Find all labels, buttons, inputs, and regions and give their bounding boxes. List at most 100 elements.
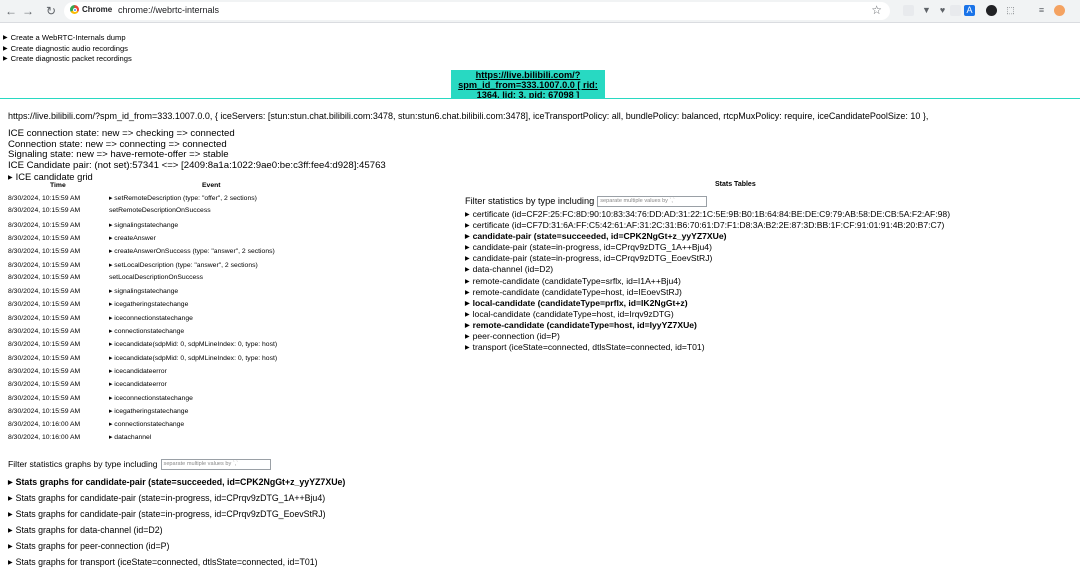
back-icon[interactable]: ← [3, 3, 19, 19]
event-row[interactable]: 8/30/2024, 10:15:59 AM ▸ iceconnectionsta… [8, 394, 193, 402]
forward-icon[interactable]: → [20, 3, 36, 19]
chrome-chip[interactable]: Chrome [70, 5, 112, 15]
event-name: ▸ createAnswer [109, 234, 156, 242]
stats-table-toggle[interactable]: ▶ remote-candidate (candidateType=srflx, … [465, 276, 950, 287]
stats-list: ▶ certificate (id=CF2F:25:FC:8D:90:10:83:… [465, 209, 950, 353]
bookmark-star-icon[interactable]: ☆ [871, 3, 882, 17]
event-time: 8/30/2024, 10:16:00 AM [8, 434, 81, 442]
event-row[interactable]: 8/30/2024, 10:15:59 AM ▸ icegatheringstat… [8, 407, 188, 415]
stats-table-toggle[interactable]: ▶ candidate-pair (state=in-progress, id=C… [465, 242, 950, 253]
graphs-filter-input[interactable]: separate multiple values by `,` [160, 459, 271, 471]
stats-graph-toggle[interactable]: ▶ Stats graphs for candidate-pair (state=… [8, 475, 345, 491]
event-row[interactable]: 8/30/2024, 10:15:59 AM ▸ createAnswer [8, 234, 156, 242]
graphs-filter: Filter statistics graphs by type includi… [8, 459, 271, 471]
event-row[interactable]: 8/30/2024, 10:15:59 AM ▸ icecandidate(sdp… [8, 340, 277, 348]
avatar[interactable] [1054, 5, 1065, 16]
event-time: 8/30/2024, 10:15:59 AM [8, 407, 81, 415]
ice-grid-label: ICE candidate grid [15, 171, 93, 182]
event-row[interactable]: 8/30/2024, 10:15:59 AM ▸ iceconnectionsta… [8, 314, 193, 322]
graphs-filter-label: Filter statistics graphs by type includi… [8, 459, 158, 469]
translate-icon[interactable]: A [964, 5, 975, 16]
reading-list-icon[interactable]: ≡ [1036, 5, 1047, 16]
stats-table-toggle[interactable]: ▶ remote-candidate (candidateType=host, i… [465, 287, 950, 298]
signaling-state: Signaling state: new => have-remote-offe… [8, 149, 229, 160]
event-name: ▸ datachannel [109, 434, 152, 442]
event-row[interactable]: 8/30/2024, 10:16:00 AM ▸ connectionstatec… [8, 420, 184, 428]
ice-candidate-pair: ICE Candidate pair: (not set):57341 <=> … [8, 159, 386, 171]
stats-table-toggle[interactable]: ▶ candidate-pair (state=succeeded, id=CPK… [465, 231, 950, 242]
stats-table-toggle[interactable]: ▶ local-candidate (candidateType=host, id… [465, 309, 950, 320]
stats-table-label: local-candidate (candidateType=prflx, id… [472, 297, 688, 308]
stats-filter: Filter statistics by type including separ… [465, 196, 708, 208]
event-row[interactable]: 8/30/2024, 10:15:59 AM ▸ icecandidateerro… [8, 367, 167, 375]
stats-filter-input[interactable]: separate multiple values by `,` [597, 196, 708, 208]
event-name: ▸ setLocalDescription (type: "answer", 2… [109, 261, 258, 269]
event-row[interactable]: 8/30/2024, 10:15:59 AM ▸ icecandidate(sdp… [8, 354, 277, 362]
event-row[interactable]: 8/30/2024, 10:15:59 AM ▸ icecandidateerro… [8, 380, 167, 388]
create-audio-recordings-link[interactable]: ▶ Create diagnostic audio recordings [3, 44, 132, 55]
event-name: ▸ iceconnectionstatechange [109, 394, 193, 402]
event-row[interactable]: 8/30/2024, 10:15:59 AM setRemoteDescripti… [8, 207, 211, 214]
stats-table-label: transport (iceState=connected, dtlsState… [472, 342, 705, 353]
event-header: Event [202, 182, 221, 189]
reload-icon[interactable]: ↻ [43, 3, 59, 19]
stats-graph-toggle[interactable]: ▶ Stats graphs for transport (iceState=co… [8, 555, 345, 570]
peer-connection-tab[interactable]: https://live.bilibili.com/?spm_id_from=3… [451, 70, 605, 98]
create-dump-link[interactable]: ▶ Create a WebRTC-Internals dump [3, 33, 132, 44]
stats-table-toggle[interactable]: ▶ local-candidate (candidateType=prflx, i… [465, 298, 950, 309]
stats-graph-toggle[interactable]: ▶ Stats graphs for data-channel (id=D2) [8, 523, 345, 539]
extension-square-icon[interactable] [950, 5, 961, 16]
chrome-logo-icon [70, 5, 79, 15]
profile-badge-icon[interactable] [986, 5, 997, 16]
address-bar[interactable]: Chrome chrome://webrtc-internals ☆ [64, 2, 890, 20]
event-row[interactable]: 8/30/2024, 10:15:59 AM setLocalDescriptio… [8, 274, 203, 281]
stats-graph-label: Stats graphs for candidate-pair (state=i… [15, 492, 326, 503]
stats-table-toggle[interactable]: ▶ remote-candidate (candidateType=host, i… [465, 320, 950, 331]
create-packet-label: Create diagnostic packet recordings [10, 54, 132, 63]
ice-candidate-grid-toggle[interactable]: ▶ ICE candidate grid [8, 171, 93, 182]
event-row[interactable]: 8/30/2024, 10:15:59 AM ▸ signalingstatech… [8, 287, 178, 295]
stats-graph-label: Stats graphs for transport (iceState=con… [15, 556, 318, 567]
event-name: ▸ icegatheringstatechange [109, 301, 189, 309]
event-row[interactable]: 8/30/2024, 10:15:59 AM ▸ createAnswerOnSu… [8, 247, 275, 255]
stats-table-label: remote-candidate (candidateType=host, id… [472, 319, 697, 330]
stats-table-toggle[interactable]: ▶ transport (iceState=connected, dtlsStat… [465, 342, 950, 353]
stats-table-toggle[interactable]: ▶ peer-connection (id=P) [465, 331, 950, 342]
vpn-shield-icon[interactable]: ▼ [921, 5, 932, 16]
event-row[interactable]: 8/30/2024, 10:16:00 AM ▸ datachannel [8, 433, 151, 441]
event-name: ▸ connectionstatechange [109, 328, 185, 335]
config-line: https://live.bilibili.com/?spm_id_from=3… [8, 111, 929, 121]
event-row[interactable]: 8/30/2024, 10:15:59 AM ▸ signalingstatech… [8, 221, 178, 229]
browser-toolbar: ← → ↻ Chrome chrome://webrtc-internals ☆… [0, 0, 1080, 23]
event-name: ▸ signalingstatechange [109, 288, 179, 296]
event-time: 8/30/2024, 10:15:59 AM [8, 394, 81, 402]
url-text[interactable]: chrome://webrtc-internals [118, 5, 219, 15]
ice-connection-state: ICE connection state: new => checking =>… [8, 128, 235, 139]
connection-states: ICE connection state: new => checking =>… [8, 128, 386, 171]
event-time: 8/30/2024, 10:15:59 AM [8, 354, 81, 362]
expand-triangle-icon: ▶ [465, 223, 470, 230]
stats-graph-toggle[interactable]: ▶ Stats graphs for peer-connection (id=P) [8, 539, 345, 555]
stats-table-toggle[interactable]: ▶ certificate (id=CF2F:25:FC:8D:90:10:83:… [465, 209, 950, 220]
stats-table-toggle[interactable]: ▶ data-channel (id=D2) [465, 264, 950, 275]
expand-triangle-icon: ▶ [465, 212, 470, 218]
time-header: Time [50, 182, 66, 189]
stats-table-label: candidate-pair (state=succeeded, id=CPK2… [472, 231, 727, 242]
stats-graph-label: Stats graphs for peer-connection (id=P) [15, 540, 170, 551]
stats-table-toggle[interactable]: ▶ certificate (id=CF7D:31:6A:FF:C5:42:61:… [465, 220, 950, 231]
event-row[interactable]: 8/30/2024, 10:15:59 AM ▸ icegatheringstat… [8, 300, 188, 308]
stats-graph-toggle[interactable]: ▶ Stats graphs for candidate-pair (state=… [8, 507, 345, 523]
graphs-list: ▶ Stats graphs for candidate-pair (state=… [8, 475, 345, 570]
create-packet-recordings-link[interactable]: ▶ Create diagnostic packet recordings [3, 54, 132, 65]
event-row[interactable]: 8/30/2024, 10:15:59 AM ▸ setLocalDescript… [8, 261, 258, 269]
stats-graph-toggle[interactable]: ▶ Stats graphs for candidate-pair (state=… [8, 491, 345, 507]
expand-triangle-icon: ▶ [8, 511, 13, 518]
event-row[interactable]: 8/30/2024, 10:15:59 AM ▸ connectionstatec… [8, 327, 184, 335]
expand-triangle-icon: ▶ [465, 345, 470, 352]
expand-triangle-icon: ▶ [465, 289, 470, 296]
extension-icon[interactable] [903, 5, 914, 16]
stats-table-toggle[interactable]: ▶ candidate-pair (state=in-progress, id=C… [465, 253, 950, 264]
event-row[interactable]: 8/30/2024, 10:15:59 AM ▸ setRemoteDescrip… [8, 194, 257, 202]
heart-icon[interactable]: ♥ [937, 5, 948, 16]
puzzle-icon[interactable]: ⬚ [1005, 5, 1016, 16]
